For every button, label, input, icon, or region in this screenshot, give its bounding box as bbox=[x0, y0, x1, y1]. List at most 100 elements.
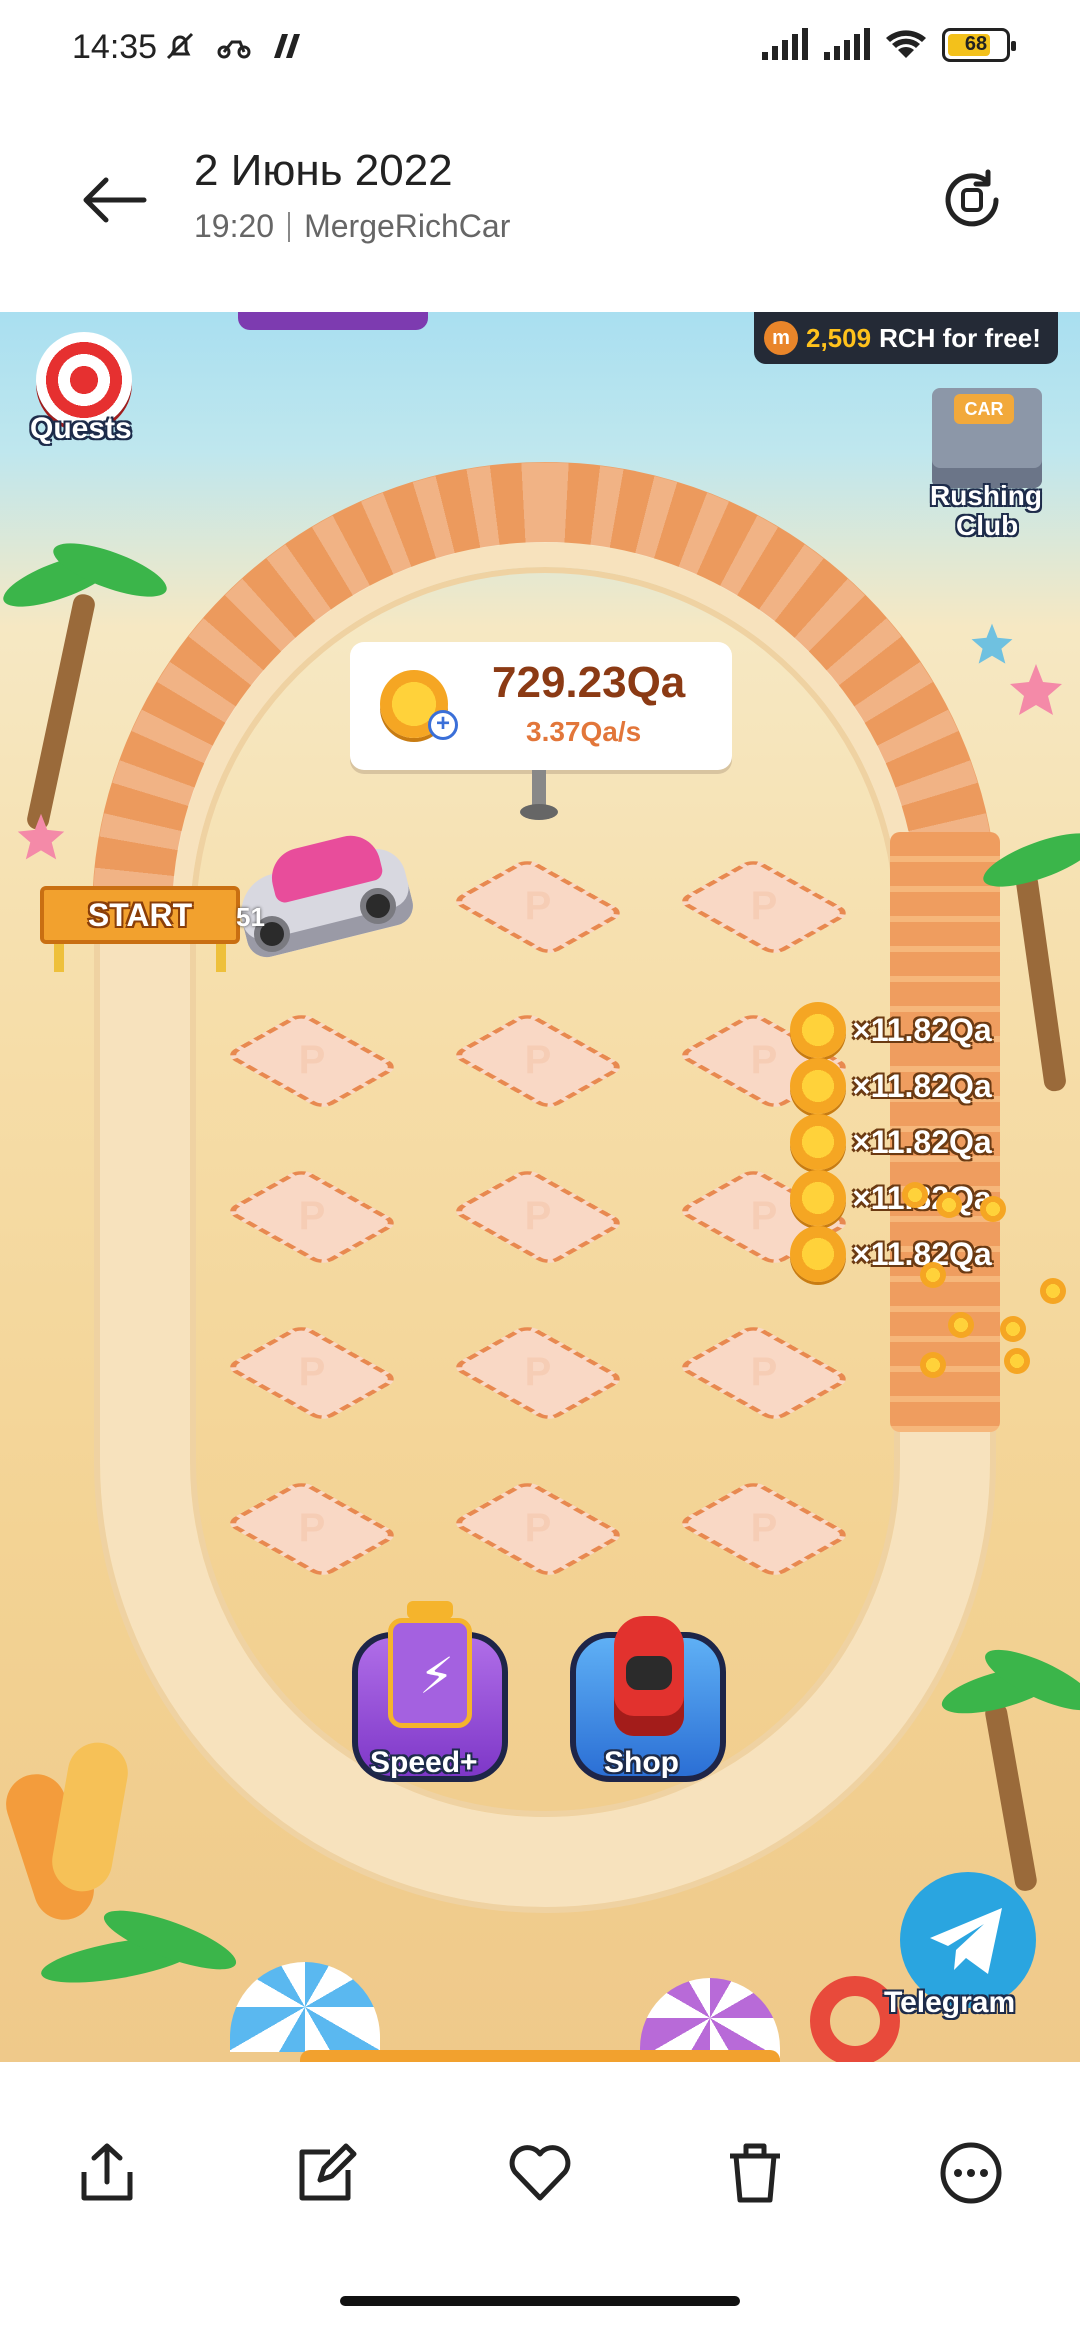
telegram-button[interactable]: Telegram bbox=[884, 1872, 1064, 2032]
moped-icon bbox=[217, 40, 251, 59]
add-coins-icon[interactable]: + bbox=[428, 710, 458, 740]
shop-label: Shop bbox=[604, 1746, 679, 1779]
trash-icon[interactable] bbox=[720, 2138, 790, 2208]
pad-label: P bbox=[750, 884, 778, 928]
rushing-club-button[interactable]: CAR Rushing Club bbox=[920, 372, 1060, 542]
battery-indicator: 68 bbox=[942, 28, 1016, 62]
source-app: MergeRichCar bbox=[304, 208, 511, 244]
game-screenshot[interactable]: Quests m 2,509 RCH for free! CAR Rushing… bbox=[0, 312, 1080, 2062]
rch-amount: 2,509 bbox=[806, 322, 872, 353]
viewer-header: 2 Июнь 2022 19:20 MergeRichCar bbox=[0, 100, 1080, 310]
signal-icon bbox=[762, 28, 808, 60]
starfish-icon-3 bbox=[17, 813, 65, 860]
surfboard-icon-2 bbox=[47, 1737, 133, 1897]
parking-pad[interactable]: P bbox=[440, 1006, 636, 1116]
heart-icon[interactable] bbox=[505, 2138, 575, 2208]
parking-pad[interactable]: P bbox=[666, 1474, 862, 1584]
earnings-list: ×11.82Qa ×11.82Qa ×11.82Qa ×11.82Qa ×11.… bbox=[790, 1002, 1050, 1282]
palm-tree-bottom-right bbox=[937, 1638, 1080, 1893]
palm-tree-bottom-left bbox=[38, 1899, 242, 2062]
car-wheel bbox=[360, 888, 396, 924]
pad-label: P bbox=[750, 1506, 778, 1550]
coin-icon bbox=[790, 1226, 846, 1282]
flying-coin-icon bbox=[920, 1352, 946, 1378]
more-icon[interactable] bbox=[936, 2138, 1006, 2208]
race-car[interactable]: 51 bbox=[230, 829, 420, 962]
shop-button[interactable]: Shop bbox=[570, 1612, 730, 1792]
pad-label: P bbox=[298, 1350, 326, 1394]
top-tab[interactable] bbox=[238, 312, 428, 330]
earning-text: ×11.82Qa bbox=[852, 1011, 992, 1048]
coin-icon bbox=[790, 1058, 846, 1114]
wifi-icon bbox=[886, 30, 926, 58]
coin-icon bbox=[790, 1170, 846, 1226]
pad-label: P bbox=[524, 884, 552, 928]
battery-text: 68 bbox=[964, 33, 988, 55]
capture-time: 19:20 bbox=[194, 208, 275, 244]
start-label: START bbox=[40, 886, 240, 944]
back-arrow-icon[interactable] bbox=[80, 170, 150, 230]
club-sign: CAR bbox=[954, 394, 1014, 424]
lightning-icon: ⚡ bbox=[419, 1648, 455, 1704]
rch-free-banner[interactable]: m 2,509 RCH for free! bbox=[754, 312, 1058, 364]
red-car-icon bbox=[614, 1616, 684, 1736]
rushing-club-label-2: Club bbox=[956, 510, 1019, 541]
flying-coin-icon bbox=[936, 1192, 962, 1218]
starfish-icon-2 bbox=[971, 623, 1013, 664]
parking-pad[interactable]: P bbox=[214, 1162, 410, 1272]
battery-tip bbox=[1011, 41, 1016, 51]
edit-icon[interactable] bbox=[290, 2138, 360, 2208]
pad-label: P bbox=[524, 1038, 552, 1082]
beach-umbrella-icon-2 bbox=[640, 1978, 780, 2058]
quests-label: Quests bbox=[30, 412, 132, 445]
page-title: 2 Июнь 2022 bbox=[194, 146, 453, 195]
parking-pad[interactable]: P bbox=[666, 852, 862, 962]
coin-rate: 3.37Qa/s bbox=[526, 716, 642, 747]
telegram-label: Telegram bbox=[884, 1986, 1016, 2019]
earning-row: ×11.82Qa bbox=[790, 1114, 1050, 1170]
rch-text: RCH for free! bbox=[879, 322, 1041, 353]
parking-pad[interactable]: P bbox=[666, 1318, 862, 1428]
quests-button[interactable]: Quests bbox=[24, 322, 164, 452]
rotate-icon[interactable] bbox=[938, 166, 1006, 234]
parking-pad[interactable]: P bbox=[440, 1162, 636, 1272]
flying-coin-icon bbox=[1000, 1316, 1026, 1342]
battery-boost-icon: ⚡ bbox=[388, 1601, 472, 1728]
pad-label: P bbox=[298, 1038, 326, 1082]
coin-total: 729.23Qa bbox=[492, 658, 686, 707]
parking-pad[interactable]: P bbox=[440, 1318, 636, 1428]
app-notification-icon bbox=[274, 34, 300, 58]
speed-label: Speed+ bbox=[370, 1746, 478, 1779]
share-icon[interactable] bbox=[72, 2138, 142, 2208]
coin-balance-panel[interactable]: + 729.23Qa 3.37Qa/s bbox=[350, 642, 732, 770]
parking-pad[interactable]: P bbox=[214, 1318, 410, 1428]
speed-boost-button[interactable]: ⚡ Speed+ bbox=[352, 1601, 512, 1792]
flying-coin-icon bbox=[1040, 1278, 1066, 1304]
bottom-game-bar[interactable] bbox=[300, 2050, 780, 2062]
parking-pad[interactable]: P bbox=[440, 1474, 636, 1584]
home-indicator[interactable] bbox=[340, 2296, 740, 2306]
pad-label: P bbox=[750, 1350, 778, 1394]
flying-coin-icon bbox=[902, 1182, 928, 1208]
header-subtitle: 19:20 MergeRichCar bbox=[194, 208, 510, 245]
mute-bell-icon bbox=[166, 32, 194, 60]
parking-pad[interactable]: P bbox=[214, 1006, 410, 1116]
parking-pad[interactable]: P bbox=[440, 852, 636, 962]
pad-label: P bbox=[524, 1194, 552, 1238]
beach-umbrella-icon bbox=[230, 1962, 380, 2052]
flying-coin-icon bbox=[980, 1196, 1006, 1222]
earning-row: ×11.82Qa bbox=[790, 1058, 1050, 1114]
start-banner: START bbox=[40, 872, 240, 982]
pad-label: P bbox=[524, 1506, 552, 1550]
rch-coin-icon: m bbox=[764, 321, 798, 355]
club-building-icon: CAR bbox=[932, 388, 1042, 488]
flying-coin-icon bbox=[1004, 1348, 1030, 1374]
parking-pad[interactable]: P bbox=[214, 1474, 410, 1584]
palm-tree-left bbox=[0, 532, 173, 832]
status-time: 14:35 bbox=[72, 28, 158, 66]
pad-label: P bbox=[298, 1194, 326, 1238]
flying-coin-icon bbox=[948, 1312, 974, 1338]
earning-text: ×11.82Qa bbox=[852, 1067, 992, 1104]
starfish-icon bbox=[1010, 664, 1062, 715]
coin-icon bbox=[790, 1114, 846, 1170]
